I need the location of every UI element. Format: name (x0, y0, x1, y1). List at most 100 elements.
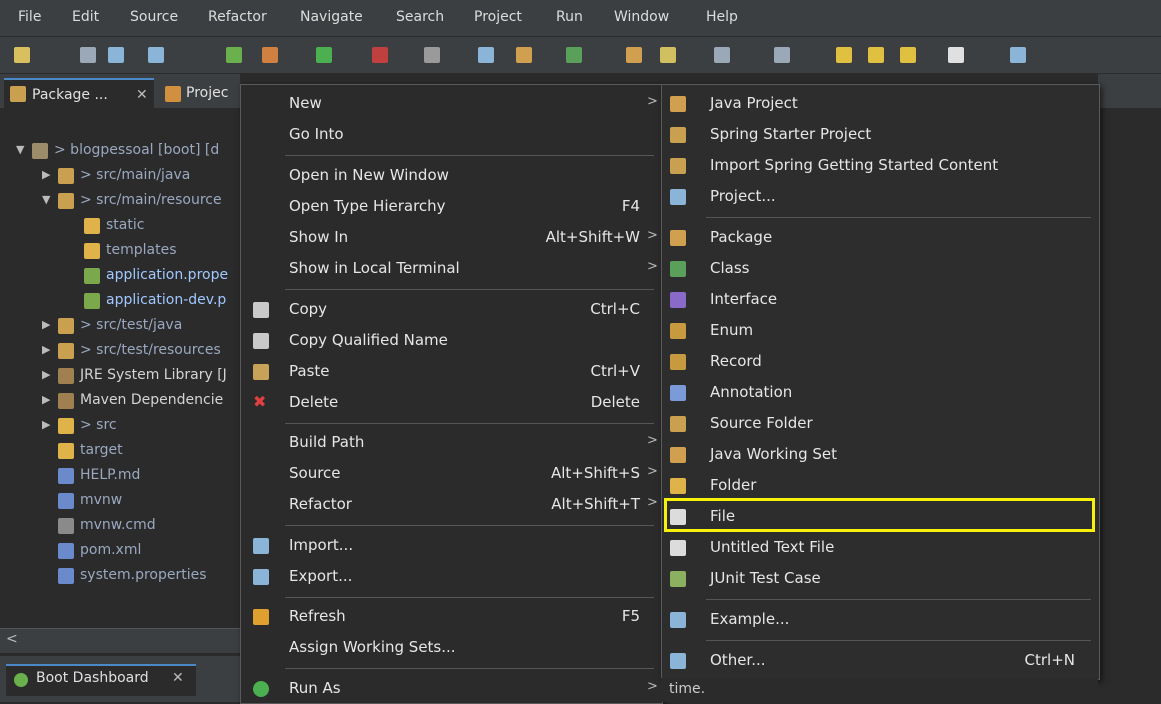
tree-item[interactable]: HELP.md (0, 465, 240, 489)
package-explorer-tree[interactable]: ▼ > blogpessoal [boot] [d ▶ > src/main/java… (0, 108, 240, 628)
menu-item-run-as[interactable]: Run As > (241, 674, 662, 704)
toolbar-button-3-icon[interactable] (108, 47, 124, 63)
menu-item-source-folder[interactable]: Source Folder (662, 409, 1099, 439)
tree-item[interactable]: ▼ > src/main/resource (0, 190, 240, 214)
tree-item[interactable]: static (0, 215, 240, 239)
toolbar-button-6-icon[interactable] (262, 47, 278, 63)
menu-run[interactable]: Run (556, 9, 583, 25)
toolbar-button-13-icon[interactable] (626, 47, 642, 63)
toolbar-button-8-icon[interactable] (372, 47, 388, 63)
toolbar-button-20-icon[interactable] (948, 47, 964, 63)
menu-item-enum[interactable]: Enum (662, 316, 1099, 346)
toolbar-button-2-icon[interactable] (80, 47, 96, 63)
toolbar-button-9-icon[interactable] (424, 47, 440, 63)
tree-item[interactable]: ▼ > blogpessoal [boot] [d (0, 140, 240, 164)
tab-project-explorer[interactable]: Projec (186, 85, 228, 101)
menu-item-annotation[interactable]: Annotation (662, 378, 1099, 408)
tree-item[interactable]: application.prope (0, 265, 240, 289)
close-icon[interactable]: ✕ (136, 87, 148, 103)
chevron-right-icon[interactable]: ▶ (42, 393, 50, 406)
menu-item-new[interactable]: New > (241, 89, 662, 119)
tree-item[interactable]: mvnw.cmd (0, 515, 240, 539)
tree-item[interactable]: target (0, 440, 240, 464)
menu-item-copy-qualified-name[interactable]: Copy Qualified Name (241, 326, 662, 356)
menu-item-show-in-local-terminal[interactable]: Show in Local Terminal > (241, 254, 662, 284)
menu-item-interface[interactable]: Interface (662, 285, 1099, 315)
menu-item-class[interactable]: Class (662, 254, 1099, 284)
menu-item-file[interactable]: File (662, 502, 1099, 532)
toolbar-button-14-icon[interactable] (660, 47, 676, 63)
menu-item-open-type-hierarchy[interactable]: Open Type Hierarchy F4 (241, 192, 662, 222)
tree-item[interactable]: mvnw (0, 490, 240, 514)
toolbar-button-15-icon[interactable] (714, 47, 730, 63)
toolbar-button-1-icon[interactable] (14, 47, 30, 63)
menu-navigate[interactable]: Navigate (300, 9, 363, 25)
menu-window[interactable]: Window (614, 9, 669, 25)
toolbar-button-16-icon[interactable] (774, 47, 790, 63)
chevron-down-icon[interactable]: ▼ (16, 143, 24, 156)
menu-item-go-into[interactable]: Go Into (241, 120, 662, 150)
menu-item-java-project[interactable]: Java Project (662, 89, 1099, 119)
menu-item-record[interactable]: Record (662, 347, 1099, 377)
menu-item-refactor[interactable]: Refactor Alt+Shift+T > (241, 490, 662, 520)
menu-item-open-in-new-window[interactable]: Open in New Window (241, 161, 662, 191)
chevron-right-icon[interactable]: ▶ (42, 168, 50, 181)
menu-item-import[interactable]: Import... (241, 531, 662, 561)
chevron-right-icon[interactable]: ▶ (42, 343, 50, 356)
chevron-right-icon[interactable]: ▶ (42, 318, 50, 331)
menu-item-paste[interactable]: Paste Ctrl+V (241, 357, 662, 387)
scroll-left-icon[interactable]: < (6, 631, 18, 647)
menu-item-junit-test-case[interactable]: JUnit Test Case (662, 564, 1099, 594)
toolbar-button-7-icon[interactable] (316, 47, 332, 63)
menu-refactor[interactable]: Refactor (208, 9, 267, 25)
toolbar-button-18-icon[interactable] (868, 47, 884, 63)
menu-item-show-in[interactable]: Show In Alt+Shift+W > (241, 223, 662, 253)
menu-item-package[interactable]: Package (662, 223, 1099, 253)
tree-item[interactable]: application-dev.p (0, 290, 240, 314)
toolbar-button-21-icon[interactable] (1010, 47, 1026, 63)
menu-item-refresh[interactable]: Refresh F5 (241, 602, 662, 632)
toolbar-button-11-icon[interactable] (516, 47, 532, 63)
close-icon[interactable]: ✕ (172, 670, 184, 686)
menu-item-source[interactable]: Source Alt+Shift+S > (241, 459, 662, 489)
tree-item[interactable]: ▶ > src/test/resources (0, 340, 240, 364)
tab-package-explorer[interactable]: Package ... ✕ (4, 78, 154, 108)
menu-item-assign-working-sets[interactable]: Assign Working Sets... (241, 633, 662, 663)
menu-file[interactable]: File (18, 9, 41, 25)
chevron-right-icon[interactable]: ▶ (42, 368, 50, 381)
toolbar-button-10-icon[interactable] (478, 47, 494, 63)
toolbar-button-4-icon[interactable] (148, 47, 164, 63)
menu-source[interactable]: Source (130, 9, 178, 25)
horizontal-scrollbar[interactable]: < (0, 628, 240, 653)
menu-item-java-working-set[interactable]: Java Working Set (662, 440, 1099, 470)
tab-boot-dashboard[interactable]: Boot Dashboard ✕ (6, 664, 196, 696)
tree-item[interactable]: ▶ JRE System Library [J (0, 365, 240, 389)
toolbar-button-12-icon[interactable] (566, 47, 582, 63)
menu-search[interactable]: Search (396, 9, 444, 25)
menu-item-delete[interactable]: ✖ Delete Delete (241, 388, 662, 418)
menu-item-other[interactable]: Other... Ctrl+N (662, 646, 1099, 676)
menu-item-example[interactable]: Example... (662, 605, 1099, 635)
menu-help[interactable]: Help (706, 9, 738, 25)
chevron-right-icon[interactable]: ▶ (42, 418, 50, 431)
tree-item[interactable]: templates (0, 240, 240, 264)
tree-item[interactable]: system.properties (0, 565, 240, 589)
menu-project[interactable]: Project (474, 9, 522, 25)
menu-item-export[interactable]: Export... (241, 562, 662, 592)
menu-item-folder[interactable]: Folder (662, 471, 1099, 501)
menu-edit[interactable]: Edit (72, 9, 99, 25)
tree-item[interactable]: ▶ Maven Dependencie (0, 390, 240, 414)
tree-item[interactable]: ▶ > src/test/java (0, 315, 240, 339)
toolbar-button-19-icon[interactable] (900, 47, 916, 63)
toolbar-button-5-icon[interactable] (226, 47, 242, 63)
menu-item-copy[interactable]: Copy Ctrl+C (241, 295, 662, 325)
menu-item-build-path[interactable]: Build Path > (241, 428, 662, 458)
menu-item-untitled-text-file[interactable]: Untitled Text File (662, 533, 1099, 563)
tree-item[interactable]: pom.xml (0, 540, 240, 564)
menu-item-spring-starter-project[interactable]: Spring Starter Project (662, 120, 1099, 150)
chevron-down-icon[interactable]: ▼ (42, 193, 50, 206)
menu-item-import-spring-getting-started-content[interactable]: Import Spring Getting Started Content (662, 151, 1099, 181)
tree-item[interactable]: ▶ > src/main/java (0, 165, 240, 189)
menu-item-project[interactable]: Project... (662, 182, 1099, 212)
toolbar-button-17-icon[interactable] (836, 47, 852, 63)
